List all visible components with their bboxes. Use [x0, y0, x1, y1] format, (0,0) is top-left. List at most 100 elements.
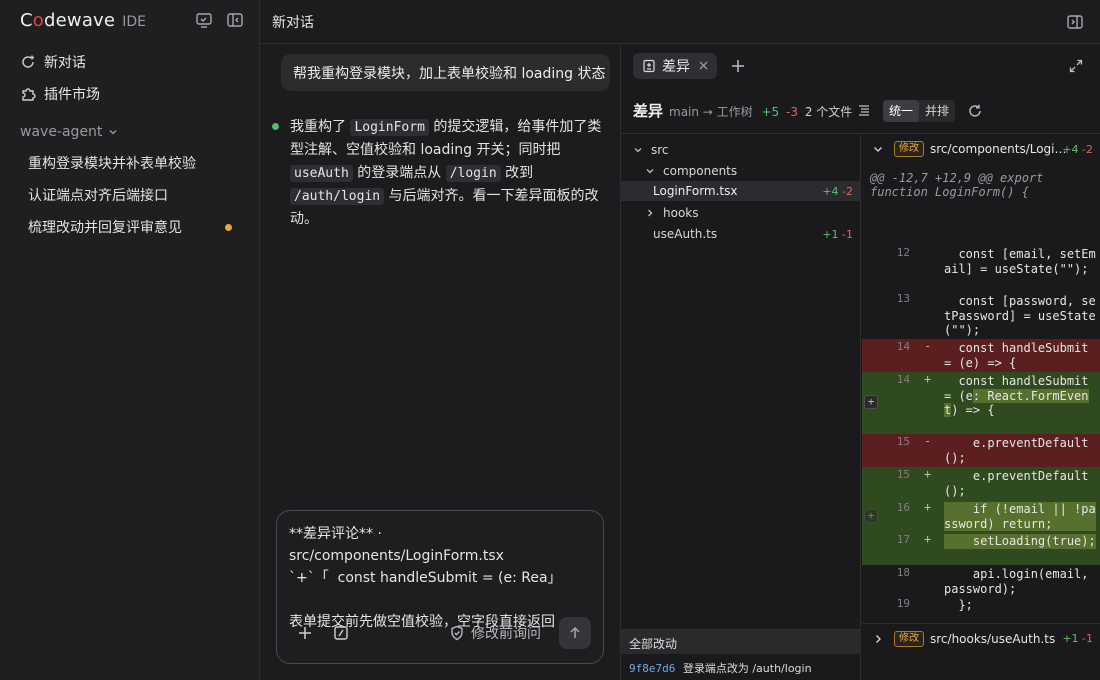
slash-command-icon[interactable]: [332, 624, 350, 642]
file-header-useauth[interactable]: 修改 src/hooks/useAuth.ts +1 -1: [862, 623, 1100, 653]
line-number: 14: [896, 373, 910, 386]
add-tab-icon[interactable]: [730, 58, 746, 74]
add-comment-button[interactable]: +: [864, 395, 878, 409]
tab-diff[interactable]: 差异: [633, 53, 717, 79]
file-change-counts: +1 -1: [822, 227, 853, 241]
file-change-counts: +4 -2: [822, 184, 853, 198]
ask-before-edit-toggle[interactable]: 修改前询问: [449, 623, 541, 643]
diff-panel: 差异 差异 main → 工作树 +5 -3 2 个文件 统一 并排 src c…: [620, 44, 1100, 680]
mode-split-button[interactable]: 并排: [919, 100, 955, 122]
inline-code: /auth/login: [290, 188, 385, 205]
tree-folder-src[interactable]: src: [621, 140, 861, 160]
line-number: 15: [896, 468, 910, 481]
assistant-text: 我重构了 LoginForm 的提交逻辑，给事件加了类型注解、空值校验和 loa…: [290, 119, 602, 227]
chevron-down-icon: [634, 148, 642, 153]
line-code: const handleSubmit = (e: React.FormEvent…: [944, 374, 1096, 417]
monitor-icon[interactable]: [195, 11, 213, 29]
chevron-down-icon: [109, 130, 117, 135]
conversation-item[interactable]: 梳理改动并回复评审意见: [28, 216, 238, 238]
chevron-down-icon: [646, 169, 654, 174]
diff-title: 差异: [633, 102, 664, 120]
mode-unified-button[interactable]: 统一: [883, 100, 920, 122]
conversation-label: 重构登录模块并补表单校验: [28, 156, 196, 172]
file-header-loginform[interactable]: 修改 src/components/Logi… +4 -2: [862, 135, 1100, 163]
diff-line-context: 19 };: [862, 596, 1100, 618]
send-button[interactable]: [559, 617, 591, 649]
diff-line-added: 17 + setLoading(true);: [862, 532, 1100, 565]
tree-file-useauth[interactable]: useAuth.ts +1 -1: [621, 224, 861, 244]
assistant-message: 我重构了 LoginForm 的提交逻辑，给事件加了类型注解、空值校验和 loa…: [272, 116, 602, 231]
nav-plugin-market[interactable]: 插件市场: [20, 83, 100, 105]
brand-tag: IDE: [122, 14, 146, 30]
line-code: const [password, setPassword] = useState…: [944, 294, 1096, 337]
nav-new-chat[interactable]: 新对话: [20, 51, 86, 73]
tree-folder-hooks[interactable]: hooks: [621, 203, 861, 223]
workspace-section-label: wave-agent: [20, 124, 103, 140]
line-code: e.preventDefault();: [944, 469, 1089, 498]
new-chat-icon: [22, 55, 34, 68]
assistant-status-dot: [272, 123, 279, 130]
diff-view: 修改 src/components/Logi… +4 -2 @@ -12,7 +…: [862, 135, 1100, 680]
top-bar: 新对话: [260, 0, 1100, 44]
tree-label: useAuth.ts: [653, 227, 718, 241]
app-logo[interactable]: Codewave IDE: [20, 10, 146, 32]
diff-file-icon: [643, 59, 655, 73]
commit-item[interactable]: 9f8e7d6 登录端点改为 /auth/login: [629, 660, 812, 676]
arrow-up-icon: [570, 626, 580, 638]
page-title: 新对话: [272, 15, 314, 31]
file-change-counts: +1 -1: [1062, 632, 1093, 645]
commit-hash: 9f8e7d6: [629, 662, 676, 675]
tree-label: src: [651, 143, 669, 157]
brand-name: Codewave: [20, 10, 116, 31]
collapse-sidebar-icon[interactable]: [226, 11, 244, 29]
file-path: src/hooks/useAuth.ts: [930, 631, 1056, 646]
chat-area: 帮我重构登录模块，加上表单校验和 loading 状态 我重构了 LoginFo…: [260, 44, 620, 680]
diff-line-deleted: 14 - const handleSubmit = (e) => {: [862, 339, 1100, 372]
diff-sign: +: [924, 500, 932, 514]
total-additions: +5: [761, 105, 780, 119]
tree-folder-components[interactable]: components: [621, 161, 861, 181]
diff-sign: +: [924, 372, 932, 386]
expand-icon[interactable]: [1069, 59, 1083, 73]
nav-new-chat-label: 新对话: [44, 55, 86, 71]
file-count: 2 个文件: [804, 105, 853, 119]
all-changes-section: 全部改动 9f8e7d6 登录端点改为 /auth/login: [621, 629, 861, 680]
tab-diff-label: 差异: [662, 59, 690, 75]
inline-code: LoginForm: [350, 119, 429, 136]
modified-badge: 修改: [894, 141, 924, 157]
conversation-item[interactable]: 重构登录模块并补表单校验: [28, 152, 238, 174]
line-number: 14: [896, 340, 910, 353]
attach-plus-icon[interactable]: [296, 624, 314, 642]
diff-sign: +: [924, 532, 932, 546]
all-changes-header[interactable]: 全部改动: [621, 630, 861, 654]
workspace-section-toggle[interactable]: wave-agent: [20, 124, 118, 140]
diff-sign: -: [924, 434, 932, 448]
conversation-label: 认证端点对齐后端接口: [28, 188, 168, 204]
line-code: setLoading(true);: [944, 534, 1096, 549]
file-list-icon[interactable]: [857, 103, 871, 117]
composer-input[interactable]: **差异评论** · src/components/LoginForm.tsx …: [289, 523, 593, 633]
puzzle-icon: [22, 88, 36, 101]
add-comment-button[interactable]: +: [864, 509, 878, 523]
close-icon[interactable]: [698, 60, 709, 71]
message-composer[interactable]: **差异评论** · src/components/LoginForm.tsx …: [276, 510, 604, 664]
diff-line-deleted: 15 - e.preventDefault();: [862, 434, 1100, 467]
inline-code: useAuth: [290, 165, 353, 182]
diff-line-context: 13 const [password, setPassword] = useSt…: [862, 291, 1100, 339]
file-path: src/components/Logi…: [930, 142, 1067, 156]
refresh-icon[interactable]: [967, 103, 983, 119]
line-number: 18: [896, 566, 910, 579]
conversation-item[interactable]: 认证端点对齐后端接口: [28, 184, 238, 206]
chevron-down-icon: [874, 147, 882, 152]
chevron-right-icon: [876, 634, 881, 643]
branch-compare: main → 工作树: [669, 105, 753, 119]
line-number: 17: [896, 533, 910, 546]
inline-code: /login: [445, 165, 501, 182]
diff-header: 差异 main → 工作树 +5 -3 2 个文件 统一 并排: [621, 88, 1100, 134]
toggle-panel-icon[interactable]: [1066, 13, 1084, 31]
diff-line-added: 14 + const handleSubmit = (e: React.Form…: [862, 372, 1100, 434]
tree-file-loginform[interactable]: LoginForm.tsx +4 -2: [621, 181, 861, 201]
line-code: const handleSubmit = (e) => {: [944, 341, 1096, 370]
user-message: 帮我重构登录模块，加上表单校验和 loading 状态: [281, 54, 610, 91]
line-number: 12: [896, 246, 910, 259]
